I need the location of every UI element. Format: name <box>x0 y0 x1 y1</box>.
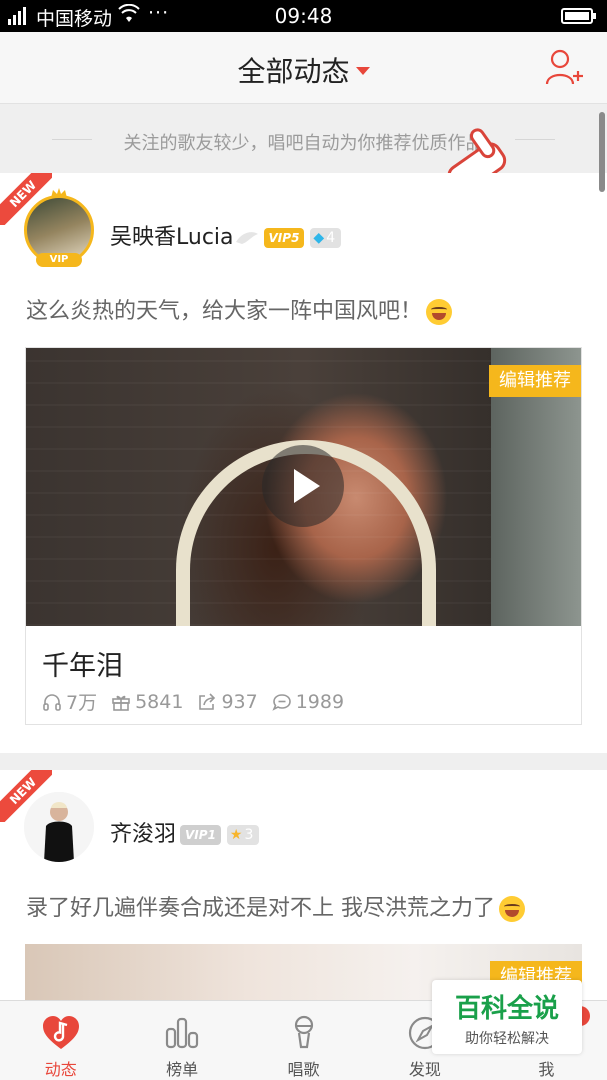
share-count[interactable]: 937 <box>197 688 258 715</box>
clock: 09:48 <box>274 4 333 28</box>
username[interactable]: 齐浚羽 <box>110 822 176 847</box>
vip-frame-badge: VIP <box>36 253 82 267</box>
laughing-emoji-icon <box>426 299 453 325</box>
post-text: 这么炎热的天气，给大家一阵中国风吧！ <box>26 293 453 325</box>
play-button[interactable] <box>262 445 344 527</box>
gift-icon <box>112 695 130 711</box>
add-friend-icon[interactable] <box>543 46 585 88</box>
tab-feed[interactable]: 动态 <box>0 1001 121 1080</box>
song-card[interactable]: 编辑推荐 千年泪 7万 5841 937 1989 <box>25 347 582 725</box>
dove-icon <box>235 232 258 244</box>
post-author[interactable]: 吴映香Lucia VIP5 ◆ 4 <box>110 219 342 251</box>
share-icon <box>199 692 216 710</box>
comment-count[interactable]: 1989 <box>272 688 344 715</box>
vip-badge: VIP5 <box>263 228 305 248</box>
music-note-heart-icon <box>42 1016 79 1049</box>
laughing-emoji-icon <box>499 896 525 922</box>
gift-count[interactable]: 5841 <box>111 688 183 715</box>
watermark-logo: 百科全说 助你轻松解决 <box>432 980 582 1054</box>
username[interactable]: 吴映香Lucia <box>110 225 234 250</box>
feed-post[interactable]: NEW VIP 吴映香Lucia VIP5 ◆ 4 这么炎热的天气，给大家一阵中国风吧… <box>0 173 607 753</box>
song-stats: 7万 5841 937 1989 <box>42 688 344 715</box>
scrollbar[interactable] <box>599 112 605 192</box>
microphone-icon <box>294 1015 313 1049</box>
chart-icon <box>166 1017 199 1049</box>
editor-pick-tag: 编辑推荐 <box>489 365 581 397</box>
level-badge: ★ 3 <box>226 825 260 845</box>
status-bar: 中国移动 ··· 09:48 <box>0 0 607 32</box>
page-title: 全部动态 <box>237 55 350 88</box>
caret-down-icon <box>355 67 370 75</box>
battery-icon <box>561 8 596 24</box>
star-icon: ★ <box>229 827 243 843</box>
tab-sing[interactable]: 唱歌 <box>243 1001 364 1080</box>
headphones-icon <box>43 693 61 711</box>
song-cover[interactable]: 编辑推荐 <box>26 348 581 626</box>
listen-count: 7万 <box>42 688 97 715</box>
level-badge: ◆ 4 <box>310 228 342 248</box>
post-author[interactable]: 齐浚羽 VIP1 ★ 3 <box>110 816 260 848</box>
tab-charts[interactable]: 榜单 <box>121 1001 242 1080</box>
comment-icon <box>272 693 291 711</box>
person-photo <box>24 792 94 862</box>
feed-post[interactable]: NEW 齐浚羽 VIP1 ★ 3 录了好几遍伴奏合成还是对不上 我尽洪荒之力了 编辑推… <box>0 770 607 1024</box>
avatar[interactable] <box>24 792 94 862</box>
top-nav: 全部动态 <box>0 32 607 104</box>
feed-filter-dropdown[interactable]: 全部动态 <box>0 50 607 90</box>
song-title[interactable]: 千年泪 <box>42 644 123 683</box>
vip-badge: VIP1 <box>180 825 221 845</box>
diamond-icon: ◆ <box>313 230 325 246</box>
post-text: 录了好几遍伴奏合成还是对不上 我尽洪荒之力了 <box>26 890 525 922</box>
